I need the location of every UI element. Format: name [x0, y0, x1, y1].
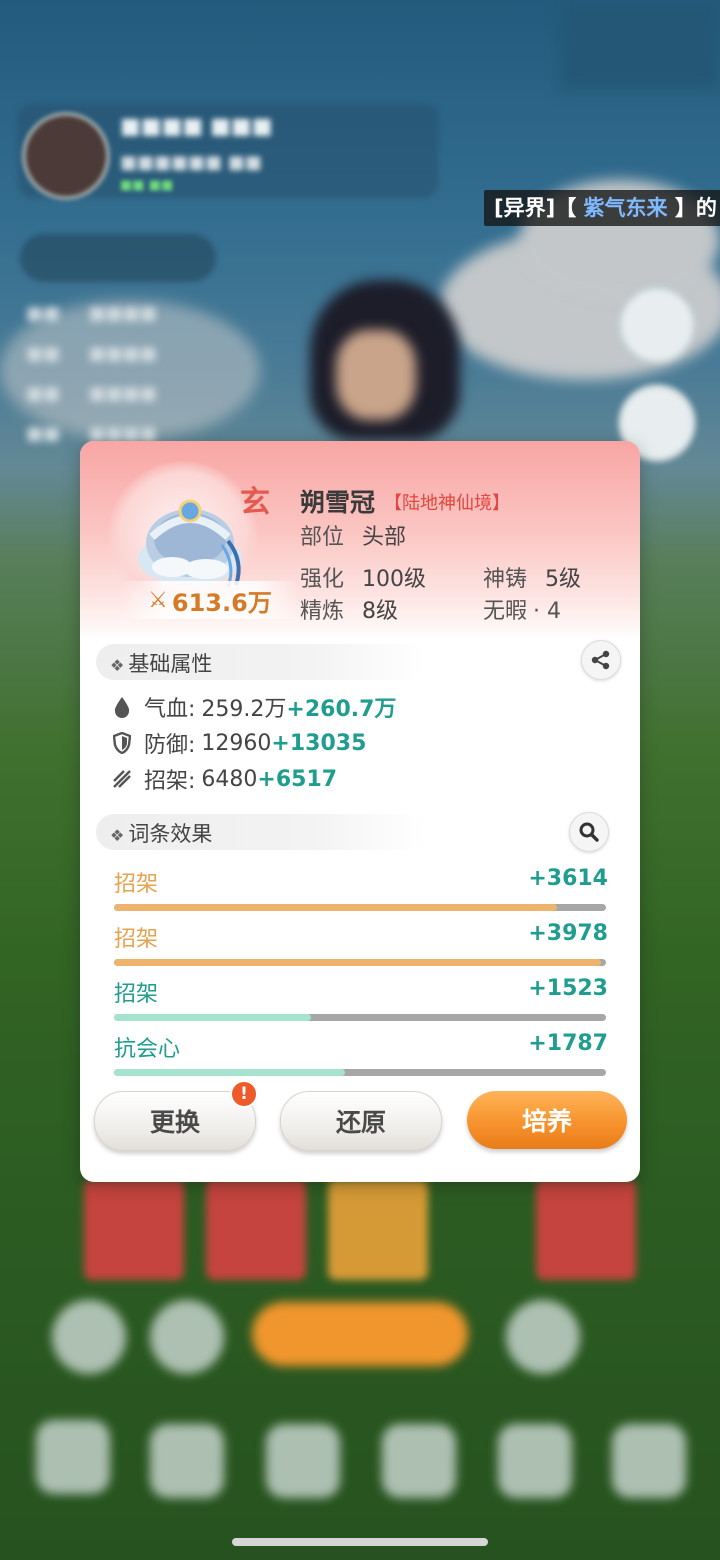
slot-row: 部位 头部	[300, 519, 406, 551]
drop-icon	[110, 696, 134, 718]
affix-progress-track	[114, 959, 606, 966]
share-icon	[591, 650, 610, 670]
attr-bonus: +6517	[257, 766, 338, 792]
tier-mark: 玄	[240, 485, 270, 520]
attr-base: 6480	[201, 766, 258, 792]
refine-label: 精炼	[300, 599, 345, 624]
combat-power-value: 613.6万	[171, 588, 272, 617]
nav-icon[interactable]	[612, 1424, 686, 1498]
diamond-icon: ❖	[110, 826, 125, 845]
nav-icon[interactable]	[498, 1424, 572, 1498]
combat-power: ⚔ 613.6万	[120, 581, 300, 619]
one-click-equip-button[interactable]	[252, 1302, 468, 1366]
home-indicator[interactable]	[232, 1538, 488, 1546]
helmet-icon	[138, 499, 242, 588]
attr-label: 防御:	[144, 733, 196, 758]
attr-row-hp: 气血: 259.2万 +260.7万	[110, 691, 396, 723]
item-name: 朔雪冠	[300, 488, 376, 517]
nav-icon[interactable]	[150, 1424, 224, 1498]
nav-icon[interactable]	[36, 1420, 110, 1494]
announcement-prefix: [异界]【	[494, 196, 584, 220]
bottom-icon[interactable]	[52, 1300, 126, 1374]
parry-icon	[110, 768, 134, 790]
attr-bonus: +13035	[271, 730, 367, 756]
bottom-icon[interactable]	[150, 1300, 224, 1374]
slot-value: 头部	[362, 525, 407, 550]
player-progress-blurred: ■■ ■■	[120, 178, 174, 193]
item-realm: 【陆地神仙境】	[384, 493, 510, 514]
attr-label: 招架:	[144, 769, 196, 794]
equip-slot[interactable]	[328, 1180, 428, 1280]
nav-icon[interactable]	[266, 1424, 340, 1498]
affix-label: 抗会心	[114, 1037, 181, 1062]
side-stats-blurred: ■■ ■■■■ ■■ ■■■■ ■■ ■■■■ ■■ ■■■■	[26, 303, 157, 444]
flawless-label: 无暇	[483, 599, 528, 624]
attr-base: 259.2万	[201, 697, 287, 722]
section-title: ❖ 基础属性	[110, 648, 212, 678]
crossed-swords-icon: ⚔	[148, 587, 168, 613]
search-icon	[579, 822, 599, 842]
restore-button[interactable]: 还原	[280, 1091, 442, 1151]
affix-label: 招架	[114, 872, 159, 897]
affix-value: +1787	[528, 1031, 608, 1056]
alert-badge: !	[230, 1080, 258, 1108]
forge-row: 神铸 5级	[483, 561, 581, 593]
forge-value: 5级	[545, 567, 582, 592]
base-attributes-header: ❖ 基础属性	[96, 644, 426, 680]
player-name-blurred: ■■■■ ■■■	[120, 114, 273, 139]
share-button[interactable]	[581, 640, 621, 680]
avatar[interactable]	[22, 112, 110, 200]
attributes-tab-blurred[interactable]	[20, 234, 216, 282]
equip-slot[interactable]	[206, 1180, 306, 1280]
affix-value: +1523	[528, 976, 608, 1001]
affix-progress-track	[114, 1069, 606, 1076]
section-title: ❖ 词条效果	[110, 818, 212, 848]
equipment-detail-popup: 玄 ⚔ 613.6万 朔雪冠 【陆地神仙境】 部位 头部 强化 100级 神铸 5级 …	[80, 441, 640, 1182]
affix-value: +3614	[528, 866, 608, 891]
shield-icon	[110, 732, 134, 754]
attr-bonus: +260.7万	[286, 697, 397, 722]
attr-row-defense: 防御: 12960 +13035	[110, 727, 366, 759]
affix-progress-fill	[114, 904, 557, 911]
slot-label: 部位	[300, 525, 345, 550]
affix-label: 招架	[114, 927, 159, 952]
affix-search-button[interactable]	[569, 812, 609, 852]
announcement-player: 紫气东来	[583, 196, 668, 220]
enhance-label: 强化	[300, 567, 345, 592]
equip-slot[interactable]	[536, 1180, 636, 1280]
affix-value: +3978	[528, 921, 608, 946]
train-button[interactable]: 培养	[467, 1091, 627, 1149]
bottom-icon[interactable]	[506, 1300, 580, 1374]
diamond-icon: ❖	[110, 656, 125, 675]
affix-label: 招架	[114, 982, 159, 1007]
affix-title: 词条效果	[128, 822, 213, 846]
forge-label: 神铸	[483, 567, 528, 592]
enhance-value: 100级	[362, 567, 427, 592]
flawless-value: · 4	[533, 599, 561, 624]
side-round-button[interactable]	[618, 286, 696, 364]
attr-label: 气血:	[144, 697, 196, 722]
attr-row-parry: 招架: 6480 +6517	[110, 763, 337, 795]
world-announcement: [异界]【 紫气东来 】的	[484, 190, 720, 226]
refine-value: 8级	[362, 599, 399, 624]
equip-slot[interactable]	[84, 1180, 184, 1280]
affix-header: ❖ 词条效果	[96, 814, 426, 850]
affix-progress-fill	[114, 959, 602, 966]
refine-row: 精炼 8级	[300, 593, 398, 625]
announcement-suffix: 】的	[667, 196, 717, 220]
player-sub-blurred: ■■■■■■ ■■	[120, 152, 262, 173]
nav-icon[interactable]	[382, 1424, 456, 1498]
affix-progress-track	[114, 1014, 606, 1021]
attr-base: 12960	[201, 730, 272, 756]
enhance-row: 强化 100级	[300, 561, 426, 593]
hero-face	[336, 330, 416, 420]
affix-progress-track	[114, 904, 606, 911]
flawless-row: 无暇 · 4	[483, 593, 561, 625]
affix-progress-fill	[114, 1014, 311, 1021]
base-attributes-title: 基础属性	[128, 652, 213, 676]
affix-progress-fill	[114, 1069, 346, 1076]
